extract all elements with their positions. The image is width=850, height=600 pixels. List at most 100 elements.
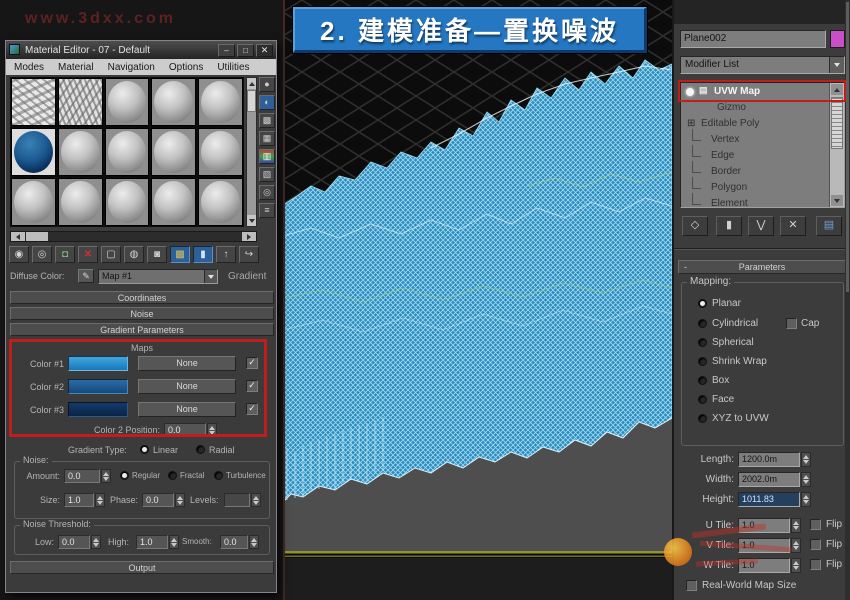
v-flip-checkbox[interactable] [810, 539, 821, 550]
levels-spinner[interactable] [251, 493, 261, 507]
u-flip-checkbox[interactable] [810, 519, 821, 530]
viewport-3d[interactable] [283, 0, 672, 600]
backlight-icon[interactable]: ◐ [259, 95, 275, 110]
scroll-thumb[interactable] [26, 232, 48, 241]
stack-item-element[interactable]: Element [681, 193, 827, 207]
phase-spinner[interactable] [175, 493, 185, 507]
size-field[interactable]: 1.0 [64, 493, 94, 507]
remove-modifier-icon[interactable]: ✕ [780, 216, 806, 236]
size-spinner[interactable] [95, 493, 105, 507]
slots-vscrollbar[interactable] [246, 77, 257, 227]
material-slot[interactable] [57, 178, 103, 226]
scroll-up-icon[interactable] [831, 84, 843, 95]
smooth-field[interactable]: 0.0 [220, 535, 248, 549]
rollout-coordinates[interactable]: Coordinates [10, 291, 274, 304]
w-tile-spinner[interactable] [791, 558, 801, 573]
material-slot[interactable] [104, 128, 150, 176]
length-spinner[interactable] [801, 452, 811, 467]
chevron-down-icon[interactable] [204, 270, 217, 283]
height-field[interactable]: 1011.83 [738, 492, 800, 507]
width-field[interactable]: 2002.0m [738, 472, 800, 487]
scroll-thumb[interactable] [846, 2, 849, 292]
rollout-gradient-parameters[interactable]: Gradient Parameters [10, 323, 274, 336]
panel-scrollbar[interactable] [845, 0, 850, 600]
scroll-down-icon[interactable] [831, 195, 843, 206]
low-field[interactable]: 0.0 [58, 535, 90, 549]
color1-map-button[interactable]: None [138, 356, 236, 371]
radio-face[interactable] [698, 395, 707, 404]
radio-shrink-wrap[interactable] [698, 357, 707, 366]
color2-position-spinner[interactable] [207, 423, 217, 437]
show-map-in-viewport-icon[interactable]: ▩ [170, 246, 190, 263]
options-icon[interactable]: ◎ [259, 185, 275, 200]
material-slot[interactable] [151, 78, 197, 126]
radio-spherical[interactable] [698, 338, 707, 347]
v-tile-field[interactable]: 1.0 [738, 538, 790, 553]
material-slot[interactable] [57, 128, 103, 176]
amount-spinner[interactable] [101, 469, 111, 483]
object-color-swatch[interactable] [830, 30, 845, 48]
real-world-checkbox[interactable] [686, 580, 697, 591]
material-slot-active[interactable] [11, 128, 56, 176]
scroll-thumb[interactable] [831, 97, 843, 149]
color3-checkbox[interactable]: ✓ [246, 403, 258, 415]
radio-turbulence[interactable] [214, 471, 223, 480]
stack-scrollbar[interactable] [829, 83, 844, 207]
color3-map-button[interactable]: None [138, 402, 236, 417]
v-tile-spinner[interactable] [791, 538, 801, 553]
assign-material-to-selection-icon[interactable]: ◘ [55, 246, 75, 263]
material-map-navigator-icon[interactable]: ≡ [259, 203, 275, 218]
radio-planar[interactable] [698, 299, 707, 308]
minimize-button[interactable]: – [218, 43, 235, 57]
sample-type-icon[interactable]: ● [259, 77, 275, 92]
color2-swatch[interactable] [68, 379, 128, 394]
video-color-check-icon[interactable]: ▥ [259, 149, 275, 164]
color3-swatch[interactable] [68, 402, 128, 417]
stack-item-border[interactable]: Border [681, 161, 827, 181]
material-editor-titlebar[interactable]: Material Editor - 07 - Default – □ ✕ [6, 41, 276, 59]
stack-item-gizmo[interactable]: Gizmo [681, 101, 827, 117]
pin-stack-icon[interactable]: ◇ [682, 216, 708, 236]
material-slot[interactable] [151, 128, 197, 176]
stack-item-vertex[interactable]: Vertex [681, 129, 827, 149]
menu-utilities[interactable]: Utilities [217, 62, 249, 73]
make-unique-icon[interactable]: ⋁ [748, 216, 774, 236]
rollout-output[interactable]: Output [10, 561, 274, 574]
stack-item-edge[interactable]: Edge [681, 145, 827, 165]
material-slot[interactable] [198, 78, 243, 126]
maximize-button[interactable]: □ [237, 43, 254, 57]
go-forward-to-sibling-icon[interactable]: ↪ [239, 246, 259, 263]
object-name-field[interactable]: Plane002 [680, 30, 826, 48]
w-flip-checkbox[interactable] [810, 559, 821, 570]
sample-uv-tiling-icon[interactable]: ▦ [259, 131, 275, 146]
slots-hscrollbar[interactable] [10, 231, 257, 242]
radio-cylindrical[interactable] [698, 319, 707, 328]
modifier-list-dropdown[interactable]: Modifier List [680, 56, 845, 74]
scroll-left-icon[interactable] [11, 232, 25, 241]
menu-options[interactable]: Options [169, 62, 203, 73]
make-preview-icon[interactable]: ▧ [259, 167, 275, 182]
color1-checkbox[interactable]: ✓ [246, 357, 258, 369]
menu-navigation[interactable]: Navigation [108, 62, 155, 73]
stack-item-editable-poly[interactable]: ⊞ Editable Poly [681, 117, 827, 133]
amount-field[interactable]: 0.0 [64, 469, 100, 483]
material-slot[interactable] [198, 128, 243, 176]
smooth-spinner[interactable] [249, 535, 259, 549]
u-tile-field[interactable]: 1.0 [738, 518, 790, 533]
radio-xyz-to-uvw[interactable] [698, 414, 707, 423]
material-slot[interactable] [151, 178, 197, 226]
material-slot-noise[interactable] [11, 78, 56, 126]
material-slot[interactable] [104, 178, 150, 226]
low-spinner[interactable] [91, 535, 101, 549]
width-spinner[interactable] [801, 472, 811, 487]
high-field[interactable]: 1.0 [136, 535, 168, 549]
put-material-to-scene-icon[interactable]: ◎ [32, 246, 52, 263]
radio-radial[interactable] [196, 445, 205, 454]
color-pick-icon[interactable]: ✎ [78, 269, 94, 283]
menu-material[interactable]: Material [58, 62, 94, 73]
scroll-right-icon[interactable] [242, 232, 256, 241]
configure-modifier-sets-icon[interactable]: ▤ [816, 216, 842, 236]
color1-swatch[interactable] [68, 356, 128, 371]
color2-checkbox[interactable]: ✓ [246, 380, 258, 392]
radio-linear[interactable] [140, 445, 149, 454]
